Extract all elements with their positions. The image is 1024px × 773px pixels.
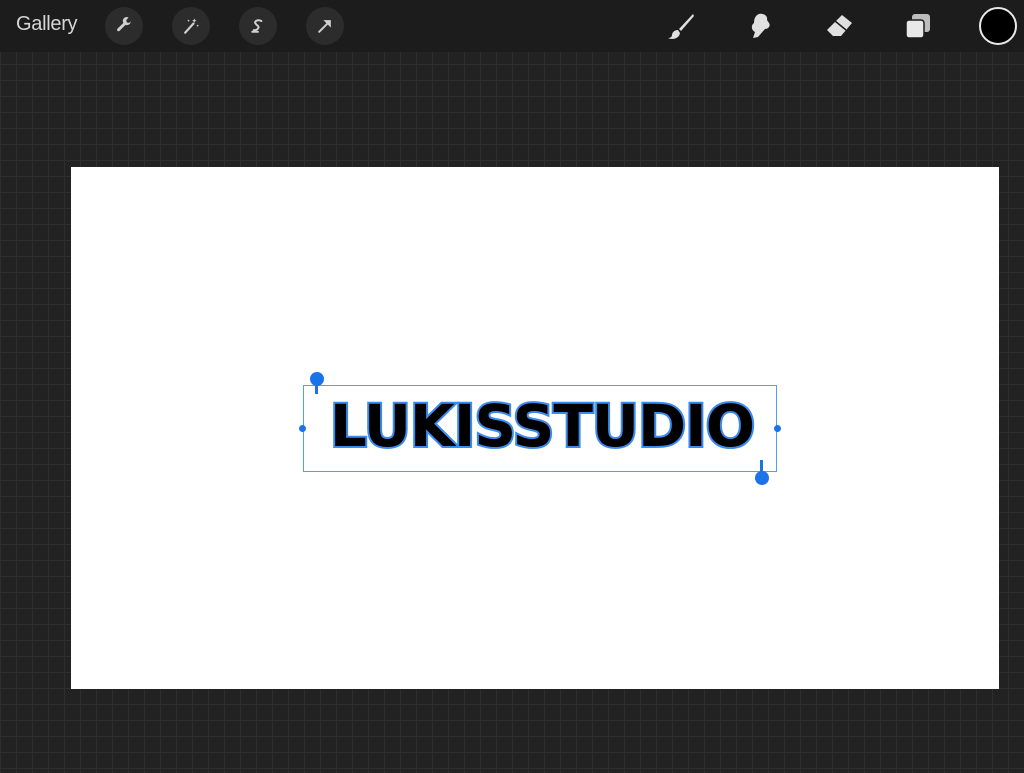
eraser-button[interactable] (822, 9, 856, 43)
gallery-button[interactable]: Gallery (16, 13, 78, 36)
layers-button[interactable] (901, 9, 935, 43)
right-side-handle[interactable] (774, 425, 781, 432)
actions-button[interactable] (105, 7, 143, 45)
drawing-canvas[interactable]: LUKISSTUDIO (71, 167, 999, 689)
transform-arrow-icon (318, 20, 331, 33)
eraser-icon (827, 15, 852, 36)
transform-selection-box[interactable] (303, 385, 777, 472)
adjustments-button[interactable] (172, 7, 210, 45)
selection-button[interactable] (239, 7, 277, 45)
layers-icon (905, 14, 930, 39)
smudge-icon (751, 13, 770, 38)
brush-button[interactable] (664, 9, 698, 43)
transform-button[interactable] (306, 7, 344, 45)
smudge-button[interactable] (743, 9, 777, 43)
color-picker-button[interactable] (979, 7, 1017, 45)
brush-icon (668, 14, 694, 39)
top-toolbar: Gallery (0, 0, 1024, 52)
magic-wand-icon (184, 18, 199, 34)
left-side-handle[interactable] (299, 425, 306, 432)
wrench-icon (117, 17, 132, 32)
selection-icon (251, 19, 263, 33)
